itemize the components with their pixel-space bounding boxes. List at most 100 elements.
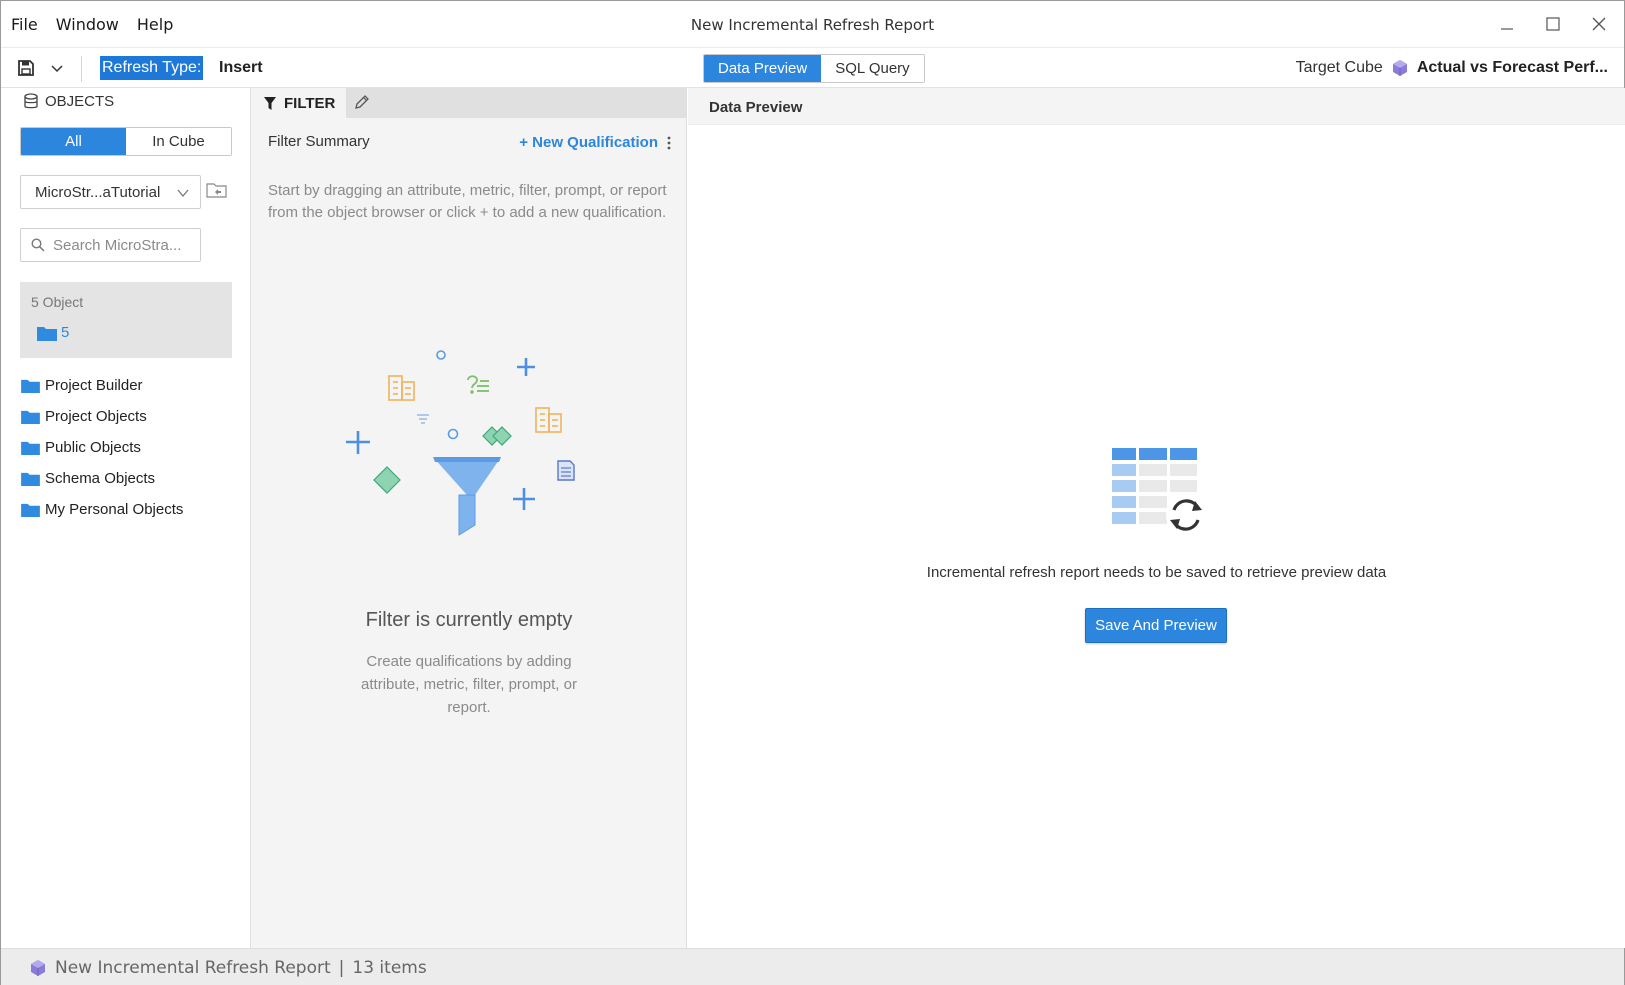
tab-filter[interactable]: FILTER (251, 88, 346, 118)
save-button[interactable] (15, 57, 37, 79)
recent-folder-item[interactable]: 5 (37, 324, 69, 341)
building-icon (535, 407, 562, 433)
refresh-type-value[interactable]: Insert (219, 59, 263, 77)
data-preview-header: Data Preview (688, 88, 1625, 125)
minimize-button[interactable] (1496, 11, 1518, 37)
folder-icon (37, 326, 57, 341)
toggle-in-cube[interactable]: In Cube (126, 128, 231, 155)
target-cube: Target Cube Actual vs Forecast Perf... (1296, 59, 1608, 77)
tab-data-preview[interactable]: Data Preview (704, 55, 822, 82)
filter-panel: FILTER Filter Summary + New Qualificatio… (251, 88, 687, 948)
filter-summary-label: Filter Summary (268, 133, 370, 150)
empty-filter-subtitle: Create qualifications by adding attribut… (361, 653, 577, 716)
recent-objects-count: 5 Object (31, 294, 84, 310)
maximize-button[interactable] (1542, 11, 1564, 37)
tree-item-label: Project Builder (45, 377, 143, 394)
tree-item-label: My Personal Objects (45, 501, 184, 518)
funnel-icon (264, 96, 276, 110)
diamond-icon (373, 466, 401, 494)
chevron-down-icon (177, 189, 189, 198)
status-bar: New Incremental Refresh Report | 13 item… (1, 948, 1624, 985)
circle-icon (436, 350, 446, 360)
folder-icon (21, 472, 40, 486)
tree-item-label: Schema Objects (45, 470, 156, 487)
minimize-icon (1501, 28, 1513, 30)
prompt-icon (467, 375, 489, 394)
target-cube-label: Target Cube (1295, 59, 1383, 76)
maximize-icon (1546, 17, 1560, 31)
title-bar: File Window Help New Incremental Refresh… (1, 1, 1624, 47)
search-input[interactable] (53, 236, 193, 254)
attribute-icon (482, 426, 512, 446)
status-separator: | (338, 957, 345, 978)
tab-sql-query[interactable]: SQL Query (821, 55, 924, 82)
status-item-count: 13 items (352, 957, 427, 978)
empty-filter-title: Filter is currently empty (365, 609, 573, 631)
preview-message: Incremental refresh report needs to be s… (926, 564, 1387, 581)
save-options-dropdown[interactable] (49, 60, 65, 76)
refresh-type-label: Refresh Type: (100, 56, 204, 80)
objects-title: OBJECTS (45, 93, 115, 110)
target-cube-name[interactable]: Actual vs Forecast Perf... (1417, 59, 1608, 77)
recent-objects-box: 5 Object 5 (20, 282, 232, 358)
cube-icon (31, 959, 45, 976)
close-icon (1592, 17, 1606, 31)
grid-refresh-icon (1112, 448, 1206, 535)
toolbar: Refresh Type: Insert Data Preview SQL Qu… (1, 47, 1624, 88)
save-and-preview-button[interactable]: Save And Preview (1085, 608, 1227, 643)
status-report-name: New Incremental Refresh Report (55, 957, 331, 978)
new-qualification-button[interactable]: + New Qualification (519, 134, 658, 151)
tree-item-public-objects[interactable]: Public Objects (21, 432, 183, 463)
data-preview-panel: Data Preview Incremental refresh report … (688, 88, 1625, 948)
tab-filter-label: FILTER (284, 94, 336, 112)
toolbar-divider (81, 56, 82, 82)
funnel-icon (433, 457, 501, 536)
tree-item-my-personal-objects[interactable]: My Personal Objects (21, 494, 183, 525)
app-window: File Window Help New Incremental Refresh… (0, 0, 1625, 985)
pencil-icon (355, 95, 369, 109)
object-browser-panel: OBJECTS All In Cube MicroStr...aTutorial… (1, 88, 251, 948)
search-icon (31, 238, 45, 252)
cube-icon (1392, 60, 1407, 76)
folder-back-icon (206, 183, 227, 198)
tree-item-label: Project Objects (45, 408, 147, 425)
folder-tree: Project Builder Project Objects Public O… (21, 370, 183, 525)
plus-icon (346, 431, 370, 454)
empty-filter-illustration (346, 350, 575, 536)
project-select-value: MicroStr...aTutorial (35, 183, 161, 201)
chevron-down-icon (51, 65, 63, 73)
recent-folder-label: 5 (61, 324, 70, 341)
toggle-all[interactable]: All (21, 128, 126, 155)
folder-icon (21, 379, 40, 393)
data-preview-title: Data Preview (709, 99, 803, 116)
window-title: New Incremental Refresh Report (690, 16, 935, 34)
tree-item-label: Public Objects (45, 439, 141, 456)
object-scope-toggle: All In Cube (20, 127, 232, 156)
circle-icon (447, 428, 459, 440)
building-icon (388, 375, 415, 401)
plus-icon (517, 358, 535, 376)
tree-item-schema-objects[interactable]: Schema Objects (21, 463, 183, 494)
folder-icon (21, 503, 40, 517)
more-options-button[interactable] (666, 135, 672, 151)
close-button[interactable] (1588, 11, 1610, 37)
objects-header: OBJECTS (23, 93, 114, 110)
folder-icon (21, 441, 40, 455)
tree-item-project-objects[interactable]: Project Objects (21, 401, 183, 432)
tree-item-project-builder[interactable]: Project Builder (21, 370, 183, 401)
filter-hint: Start by dragging an attribute, metric, … (268, 182, 667, 221)
project-select[interactable]: MicroStr...aTutorial (20, 175, 201, 209)
save-icon (18, 60, 34, 76)
document-icon (557, 460, 575, 481)
folder-icon (21, 410, 40, 424)
plus-icon (513, 488, 535, 510)
list-icon (417, 414, 429, 424)
search-box (20, 228, 201, 262)
more-vertical-icon (667, 136, 671, 150)
database-icon (24, 93, 38, 109)
browse-folder-button[interactable] (206, 180, 230, 204)
filter-header: FILTER (251, 88, 686, 118)
edit-filter-button[interactable] (354, 94, 372, 112)
window-controls (1496, 11, 1610, 37)
view-tabs: Data Preview SQL Query (703, 54, 925, 83)
